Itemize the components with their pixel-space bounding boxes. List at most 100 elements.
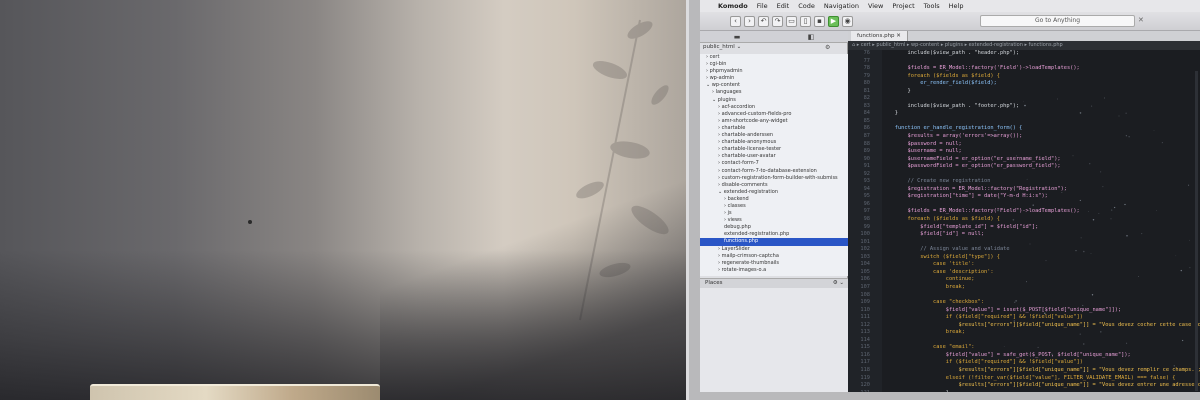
gear-icon[interactable]: ⚙ bbox=[825, 44, 830, 51]
code-line[interactable]: 118 $results["errors"][$field["unique_na… bbox=[848, 367, 1200, 375]
code-line[interactable]: 101 bbox=[848, 239, 1200, 247]
tree-item[interactable]: functions.php bbox=[700, 238, 848, 246]
tree-item[interactable]: debug.php bbox=[700, 224, 848, 231]
tree-item[interactable]: ⌄ plugins bbox=[700, 97, 848, 104]
tree-item[interactable]: › contact-form-7-to-database-extension bbox=[700, 168, 848, 175]
menu-item-view[interactable]: View bbox=[868, 2, 883, 10]
code-line[interactable]: 109 case "checkbox": bbox=[848, 299, 1200, 307]
code-line[interactable]: 121 } bbox=[848, 390, 1200, 392]
project-select[interactable]: public_html ⌄ bbox=[703, 44, 833, 53]
tree-item[interactable]: › chartable-license-tester bbox=[700, 146, 848, 153]
code-line[interactable]: 78 $fields = ER_Model::factory('Field')-… bbox=[848, 65, 1200, 73]
code-line[interactable]: 105 case 'description': bbox=[848, 269, 1200, 277]
tree-item[interactable]: › acf-accordion bbox=[700, 104, 848, 111]
tree-item[interactable]: › cgi-bin bbox=[700, 61, 848, 68]
save-icon[interactable]: ▪ bbox=[814, 15, 825, 27]
tree-item[interactable]: › cert bbox=[700, 54, 848, 61]
code-line[interactable]: 114 bbox=[848, 337, 1200, 345]
code-line[interactable]: 86 function er_handle_registration_form(… bbox=[848, 125, 1200, 133]
code-line[interactable]: 80 er_render_field($field); bbox=[848, 80, 1200, 88]
tree-item[interactable]: › backend bbox=[700, 196, 848, 203]
tree-item[interactable]: › wp-admin bbox=[700, 75, 848, 82]
code-area[interactable]: 76 include($view_path . "header.php"); 77… bbox=[848, 50, 1200, 392]
tree-item[interactable]: › amr-shortcode-any-widget bbox=[700, 118, 848, 125]
bookmark-tab-icon[interactable]: ◧ bbox=[808, 33, 815, 41]
code-line[interactable]: 104 case 'title': bbox=[848, 261, 1200, 269]
code-line[interactable]: 111 if ($field["required"] && !$field["v… bbox=[848, 314, 1200, 322]
code-line[interactable]: 92 bbox=[848, 171, 1200, 179]
code-line[interactable]: 103 switch ($field["type"]) { bbox=[848, 254, 1200, 262]
tree-item[interactable]: › rotate-images-o.a bbox=[700, 267, 848, 274]
code-line[interactable]: 97 $fields = ER_Model::factory("Field")-… bbox=[848, 208, 1200, 216]
code-line[interactable]: 98 foreach ($fields as $field) { bbox=[848, 216, 1200, 224]
run-icon[interactable]: ▶ bbox=[828, 15, 839, 27]
tree-item[interactable]: › disable-comments bbox=[700, 182, 848, 189]
breadcrumb[interactable]: ⌂ ▸ cert ▸ public_html ▸ wp-content ▸ pl… bbox=[848, 41, 1200, 50]
tree-item[interactable]: extended-registration.php bbox=[700, 231, 848, 238]
menu-item-file[interactable]: File bbox=[757, 2, 768, 10]
code-line[interactable]: 91 $passwordField = er_option("er_passwo… bbox=[848, 163, 1200, 171]
tree-item[interactable]: › languages bbox=[700, 89, 848, 96]
tree-item[interactable]: › views bbox=[700, 217, 848, 224]
code-line[interactable]: 99 $field["template_id"] = $field["id"]; bbox=[848, 224, 1200, 232]
menu-app-name[interactable]: Komodo bbox=[718, 2, 748, 10]
tree-item[interactable]: › advanced-custom-fields-pro bbox=[700, 111, 848, 118]
code-line[interactable]: 106 continue; bbox=[848, 276, 1200, 284]
code-line[interactable]: 116 $field["value"] = safe_get($_POST, $… bbox=[848, 352, 1200, 360]
code-line[interactable]: 88 $password = null; bbox=[848, 141, 1200, 149]
code-line[interactable]: 77 bbox=[848, 58, 1200, 66]
tree-item[interactable]: › js bbox=[700, 210, 848, 217]
code-editor[interactable]: functions.php ✕ ⌂ ▸ cert ▸ public_html ▸… bbox=[848, 31, 1200, 392]
code-line[interactable]: 90 $usernameField = er_option("er_userna… bbox=[848, 156, 1200, 164]
code-line[interactable]: 82 bbox=[848, 95, 1200, 103]
open-folder-icon[interactable]: ▭ bbox=[786, 15, 797, 27]
code-line[interactable]: 120 $results["errors"][$field["unique_na… bbox=[848, 382, 1200, 390]
code-line[interactable]: 110 $field["value"] = isset($_POST[$fiel… bbox=[848, 307, 1200, 315]
tree-item[interactable]: › mailp-crimson-captcha bbox=[700, 253, 848, 260]
code-line[interactable]: 81 } bbox=[848, 88, 1200, 96]
code-line[interactable]: 119 elseif (!filter_var($field["value"],… bbox=[848, 375, 1200, 383]
close-icon[interactable]: ✕ bbox=[1138, 16, 1144, 24]
tree-item[interactable]: › chartable-anderssen bbox=[700, 132, 848, 139]
code-line[interactable]: 94 $registration = ER_Model::factory("Re… bbox=[848, 186, 1200, 194]
code-line[interactable]: 115 case "email": bbox=[848, 344, 1200, 352]
tree-item[interactable]: › chartable-anonymous bbox=[700, 139, 848, 146]
code-line[interactable]: 95 $registration["time"] = date("Y-m-d H… bbox=[848, 193, 1200, 201]
undo-icon[interactable]: ↶ bbox=[758, 15, 769, 27]
menu-item-project[interactable]: Project bbox=[892, 2, 914, 10]
tree-item[interactable]: › custom-registration-form-builder-with-… bbox=[700, 175, 848, 182]
tree-item[interactable]: ⌄ wp-content bbox=[700, 82, 848, 89]
back-icon[interactable]: ‹ bbox=[730, 15, 741, 27]
code-line[interactable]: 117 if ($field["required"] && !$field["v… bbox=[848, 359, 1200, 367]
tree-item[interactable]: › chartable-user-avatar bbox=[700, 153, 848, 160]
tab-functions-php[interactable]: functions.php ✕ bbox=[851, 31, 908, 41]
tree-item[interactable]: › regenerate-thumbnails bbox=[700, 260, 848, 267]
tree-item[interactable]: › phpmyadmin bbox=[700, 68, 848, 75]
code-line[interactable]: 108 bbox=[848, 292, 1200, 300]
code-line[interactable]: 96 bbox=[848, 201, 1200, 209]
code-line[interactable]: 83 include($view_path . "footer.php"); bbox=[848, 103, 1200, 111]
menu-item-navigation[interactable]: Navigation bbox=[824, 2, 859, 10]
menu-item-tools[interactable]: Tools bbox=[924, 2, 940, 10]
tree-item[interactable]: › classes bbox=[700, 203, 848, 210]
forward-icon[interactable]: › bbox=[744, 15, 755, 27]
new-file-icon[interactable]: ▯ bbox=[800, 15, 811, 27]
tree-item[interactable]: › chartable bbox=[700, 125, 848, 132]
tree-item[interactable]: ⌄ extended-registration bbox=[700, 189, 848, 196]
code-line[interactable]: 87 $results = array('errors'=>array()); bbox=[848, 133, 1200, 141]
code-line[interactable]: 93 // Create new registration bbox=[848, 178, 1200, 186]
code-line[interactable]: 100 $field["id"] = null; bbox=[848, 231, 1200, 239]
code-line[interactable]: 112 $results["errors"][$field["unique_na… bbox=[848, 322, 1200, 330]
code-line[interactable]: 76 include($view_path . "header.php"); bbox=[848, 50, 1200, 58]
debug-icon[interactable]: ◉ bbox=[842, 15, 853, 27]
folder-tab-icon[interactable]: ▬ bbox=[734, 33, 741, 41]
code-line[interactable]: 89 $username = null; bbox=[848, 148, 1200, 156]
code-line[interactable]: 85 bbox=[848, 118, 1200, 126]
places-gear-icon[interactable]: ⚙ ⌄ bbox=[833, 279, 844, 288]
code-line[interactable]: 113 break; bbox=[848, 329, 1200, 337]
goto-anything-input[interactable]: Go to Anything bbox=[980, 15, 1135, 27]
code-line[interactable]: 102 // Assign value and validate bbox=[848, 246, 1200, 254]
menu-item-edit[interactable]: Edit bbox=[777, 2, 790, 10]
tree-item[interactable]: › LayerSlider bbox=[700, 246, 848, 253]
code-line[interactable]: 107 break; bbox=[848, 284, 1200, 292]
